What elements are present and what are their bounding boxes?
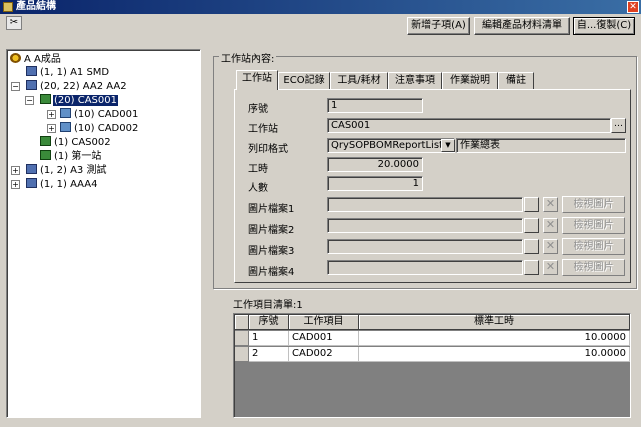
tree-node-a3[interactable]: (1, 2) A3 測試 <box>26 164 107 176</box>
product-icon <box>10 53 21 63</box>
cell-item[interactable]: CAD002 <box>289 347 359 362</box>
column-header-seq[interactable]: 序號 <box>249 315 289 330</box>
row-indicator[interactable] <box>235 331 249 346</box>
ellipsis-icon[interactable]: … <box>611 118 626 133</box>
settings-tool-icon[interactable]: ✂ <box>6 16 22 30</box>
edit-bom-button[interactable]: 編輯產品材料清單 <box>474 17 570 35</box>
row-indicator-header <box>235 315 249 330</box>
item-icon <box>26 80 37 90</box>
title-bar: 產品結構 ✕ <box>0 0 641 14</box>
part-icon <box>60 122 71 132</box>
work-hours-label: 工時 <box>248 164 268 175</box>
station-content-title: 工作站內容: <box>219 50 277 65</box>
tree-node-cas002[interactable]: (1) CAS002 <box>40 136 112 148</box>
view-image-1-button[interactable]: 檢視圖片 <box>562 196 625 213</box>
image-file-4-label: 圖片檔案4 <box>248 267 295 278</box>
tab-instructions[interactable]: 作業說明 <box>442 72 498 89</box>
print-format-desc: 作業總表 <box>456 138 626 153</box>
station-icon <box>40 94 51 104</box>
image-file-3-field <box>327 239 523 254</box>
image-file-3-label: 圖片檔案3 <box>248 246 295 257</box>
product-tree[interactable]: A A成品 (1, 1) A1 SMD − (20, 22) AA2 AA2 −… <box>6 49 201 418</box>
close-icon[interactable]: ✕ <box>627 1 639 13</box>
product-structure-window: 產品結構 ✕ ✂ 新增子項(A) 編輯產品材料清單 自...復製(C) A A成… <box>0 0 641 427</box>
view-image-3-button[interactable]: 檢視圖片 <box>562 238 625 255</box>
cell-seq[interactable]: 2 <box>249 347 289 362</box>
seq-field: 1 <box>327 98 423 113</box>
part-icon <box>60 108 71 118</box>
expand-icon[interactable]: + <box>11 180 20 189</box>
collapse-icon[interactable]: − <box>11 82 20 91</box>
new-child-button[interactable]: 新增子項(A) <box>407 17 470 35</box>
row-indicator[interactable] <box>235 347 249 362</box>
print-format-select[interactable]: QrySOPBOMReportListQ <box>327 138 455 153</box>
cell-std-time[interactable]: 10.0000 <box>359 347 630 362</box>
delete-icon[interactable]: ✕ <box>543 239 558 254</box>
tab-eco-record[interactable]: ECO記錄 <box>278 72 330 89</box>
tree-node-cas001[interactable]: (20) CAS001 <box>40 94 118 106</box>
collapse-icon[interactable]: − <box>25 96 34 105</box>
tree-node-first-station[interactable]: (1) 第一站 <box>40 150 102 162</box>
work-hours-field[interactable]: 20.0000 <box>327 157 423 172</box>
delete-icon[interactable]: ✕ <box>543 218 558 233</box>
station-field[interactable]: CAS001 <box>327 118 611 133</box>
item-icon <box>26 178 37 188</box>
people-label: 人數 <box>248 183 268 194</box>
tree-node-cad001[interactable]: (10) CAD001 <box>60 108 139 120</box>
seq-label: 序號 <box>248 104 268 115</box>
work-items-title: 工作項目清單:1 <box>233 300 303 311</box>
image-file-2-field <box>327 218 523 233</box>
browse-icon[interactable] <box>524 239 539 254</box>
cell-std-time[interactable]: 10.0000 <box>359 331 630 346</box>
browse-icon[interactable] <box>524 260 539 275</box>
station-label: 工作站 <box>248 124 278 135</box>
people-field[interactable]: 1 <box>327 176 423 191</box>
expand-icon[interactable]: + <box>47 124 56 133</box>
tree-node-cad002[interactable]: (10) CAD002 <box>60 122 139 134</box>
print-format-label: 列印格式 <box>248 144 288 155</box>
expand-icon[interactable]: + <box>11 166 20 175</box>
tree-node-a1[interactable]: (1, 1) A1 SMD <box>26 66 110 78</box>
tab-tools[interactable]: 工具/耗材 <box>330 72 388 89</box>
image-file-1-field <box>327 197 523 212</box>
delete-icon[interactable]: ✕ <box>543 260 558 275</box>
tab-station[interactable]: 工作站 <box>236 70 278 90</box>
cell-seq[interactable]: 1 <box>249 331 289 346</box>
tree-node-aa2[interactable]: (20, 22) AA2 AA2 <box>26 80 128 92</box>
image-file-4-field <box>327 260 523 275</box>
app-icon <box>3 2 13 12</box>
cell-item[interactable]: CAD001 <box>289 331 359 346</box>
station-icon <box>40 136 51 146</box>
browse-icon[interactable] <box>524 218 539 233</box>
column-header-std-time[interactable]: 標準工時 <box>359 315 630 330</box>
tab-remarks[interactable]: 備註 <box>498 72 534 89</box>
item-icon <box>26 164 37 174</box>
window-title: 產品結構 <box>16 1 56 12</box>
view-image-4-button[interactable]: 檢視圖片 <box>562 259 625 276</box>
tab-notes[interactable]: 注意事項 <box>388 72 442 89</box>
tree-node-aaa4[interactable]: (1, 1) AAA4 <box>26 178 99 190</box>
view-image-2-button[interactable]: 檢視圖片 <box>562 217 625 234</box>
browse-icon[interactable] <box>524 197 539 212</box>
work-items-grid[interactable]: 序號 工作項目 標準工時 1 CAD001 10.0000 2 CAD002 1… <box>233 313 631 418</box>
expand-icon[interactable]: + <box>47 110 56 119</box>
image-file-2-label: 圖片檔案2 <box>248 225 295 236</box>
item-icon <box>26 66 37 76</box>
station-icon <box>40 150 51 160</box>
tree-node-root[interactable]: A A成品 <box>10 53 62 65</box>
image-file-1-label: 圖片檔案1 <box>248 204 295 215</box>
column-header-item[interactable]: 工作項目 <box>289 315 359 330</box>
restore-button[interactable]: 自...復製(C) <box>573 17 635 35</box>
delete-icon[interactable]: ✕ <box>543 197 558 212</box>
dropdown-arrow-icon[interactable]: ▼ <box>441 139 455 152</box>
